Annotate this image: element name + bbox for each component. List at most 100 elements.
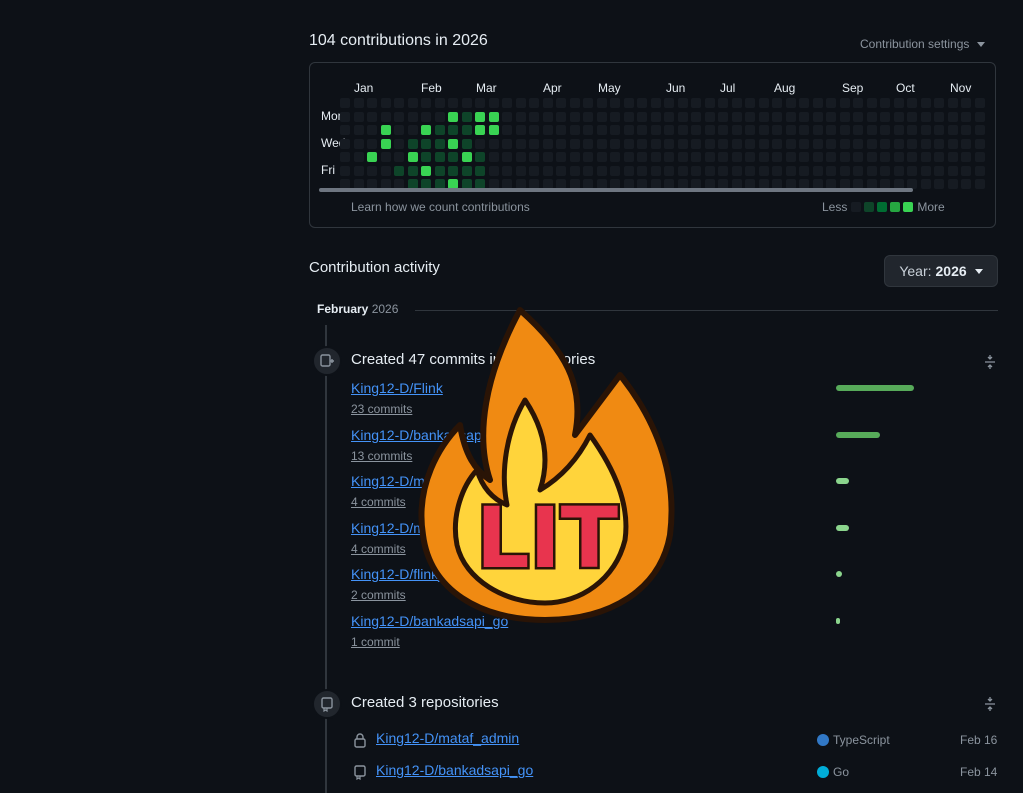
contribution-day[interactable] bbox=[448, 112, 458, 122]
contribution-day[interactable] bbox=[799, 112, 809, 122]
contribution-day[interactable] bbox=[637, 112, 647, 122]
contribution-day[interactable] bbox=[907, 139, 917, 149]
contribution-day[interactable] bbox=[826, 98, 836, 108]
learn-count-link[interactable]: Learn how we count contributions bbox=[351, 200, 530, 214]
contribution-day[interactable] bbox=[799, 125, 809, 135]
contribution-day[interactable] bbox=[772, 112, 782, 122]
contribution-day[interactable] bbox=[907, 166, 917, 176]
contribution-day[interactable] bbox=[880, 139, 890, 149]
contribution-day[interactable] bbox=[732, 139, 742, 149]
contribution-day[interactable] bbox=[502, 139, 512, 149]
contribution-day[interactable] bbox=[691, 112, 701, 122]
contribution-day[interactable] bbox=[961, 166, 971, 176]
contribution-day[interactable] bbox=[462, 152, 472, 162]
contribution-day[interactable] bbox=[853, 125, 863, 135]
contribution-day[interactable] bbox=[664, 166, 674, 176]
contribution-day[interactable] bbox=[394, 112, 404, 122]
commit-count-link[interactable]: 4 commits bbox=[351, 495, 406, 509]
contribution-day[interactable] bbox=[759, 152, 769, 162]
contribution-day[interactable] bbox=[921, 166, 931, 176]
contribution-day[interactable] bbox=[489, 152, 499, 162]
contribution-day[interactable] bbox=[934, 125, 944, 135]
contribution-day[interactable] bbox=[448, 98, 458, 108]
contribution-day[interactable] bbox=[462, 112, 472, 122]
contribution-day[interactable] bbox=[516, 125, 526, 135]
collapse-icon[interactable] bbox=[982, 696, 998, 712]
contribution-day[interactable] bbox=[961, 98, 971, 108]
contribution-day[interactable] bbox=[718, 98, 728, 108]
contribution-day[interactable] bbox=[583, 112, 593, 122]
contribution-day[interactable] bbox=[867, 112, 877, 122]
contribution-day[interactable] bbox=[543, 139, 553, 149]
created-repo-link[interactable]: King12-D/bankadsapi_go bbox=[376, 762, 533, 778]
contribution-day[interactable] bbox=[921, 112, 931, 122]
contribution-day[interactable] bbox=[840, 152, 850, 162]
contribution-day[interactable] bbox=[867, 166, 877, 176]
contribution-day[interactable] bbox=[880, 166, 890, 176]
contribution-day[interactable] bbox=[664, 125, 674, 135]
contribution-day[interactable] bbox=[718, 166, 728, 176]
contribution-day[interactable] bbox=[583, 152, 593, 162]
contribution-day[interactable] bbox=[880, 152, 890, 162]
contribution-day[interactable] bbox=[381, 139, 391, 149]
contribution-day[interactable] bbox=[394, 98, 404, 108]
contribution-day[interactable] bbox=[435, 139, 445, 149]
contribution-day[interactable] bbox=[894, 166, 904, 176]
contribution-day[interactable] bbox=[786, 98, 796, 108]
contribution-day[interactable] bbox=[745, 166, 755, 176]
contribution-day[interactable] bbox=[732, 166, 742, 176]
contribution-day[interactable] bbox=[421, 125, 431, 135]
contribution-day[interactable] bbox=[610, 98, 620, 108]
contribution-day[interactable] bbox=[651, 98, 661, 108]
contribution-day[interactable] bbox=[799, 139, 809, 149]
contribution-day[interactable] bbox=[502, 166, 512, 176]
contribution-day[interactable] bbox=[745, 125, 755, 135]
contribution-day[interactable] bbox=[502, 112, 512, 122]
contribution-day[interactable] bbox=[772, 166, 782, 176]
contribution-day[interactable] bbox=[718, 139, 728, 149]
contribution-day[interactable] bbox=[340, 98, 350, 108]
contribution-day[interactable] bbox=[975, 112, 985, 122]
contribution-day[interactable] bbox=[759, 125, 769, 135]
contribution-day[interactable] bbox=[516, 166, 526, 176]
contribution-day[interactable] bbox=[772, 125, 782, 135]
contribution-day[interactable] bbox=[678, 98, 688, 108]
contribution-day[interactable] bbox=[853, 152, 863, 162]
contribution-day[interactable] bbox=[543, 112, 553, 122]
contribution-day[interactable] bbox=[435, 112, 445, 122]
contribution-day[interactable] bbox=[745, 152, 755, 162]
contribution-day[interactable] bbox=[867, 98, 877, 108]
contribution-day[interactable] bbox=[637, 98, 647, 108]
commit-count-link[interactable]: 4 commits bbox=[351, 542, 406, 556]
contribution-day[interactable] bbox=[934, 98, 944, 108]
contribution-day[interactable] bbox=[516, 98, 526, 108]
contribution-day[interactable] bbox=[462, 166, 472, 176]
contribution-day[interactable] bbox=[529, 125, 539, 135]
contribution-day[interactable] bbox=[813, 139, 823, 149]
contribution-day[interactable] bbox=[691, 166, 701, 176]
contribution-day[interactable] bbox=[556, 112, 566, 122]
contribution-day[interactable] bbox=[826, 125, 836, 135]
contribution-settings-button[interactable]: Contribution settings bbox=[860, 37, 986, 51]
contribution-day[interactable] bbox=[853, 139, 863, 149]
contribution-day[interactable] bbox=[637, 125, 647, 135]
created-repo-link[interactable]: King12-D/mataf_admin bbox=[376, 730, 519, 746]
contribution-day[interactable] bbox=[664, 112, 674, 122]
contribution-day[interactable] bbox=[813, 98, 823, 108]
contribution-day[interactable] bbox=[367, 125, 377, 135]
contribution-day[interactable] bbox=[610, 152, 620, 162]
contribution-day[interactable] bbox=[462, 125, 472, 135]
contribution-day[interactable] bbox=[475, 166, 485, 176]
contribution-day[interactable] bbox=[664, 139, 674, 149]
contribution-day[interactable] bbox=[691, 139, 701, 149]
contribution-day[interactable] bbox=[786, 152, 796, 162]
contribution-day[interactable] bbox=[880, 112, 890, 122]
contribution-day[interactable] bbox=[340, 166, 350, 176]
contribution-day[interactable] bbox=[705, 98, 715, 108]
contribution-day[interactable] bbox=[475, 152, 485, 162]
contribution-day[interactable] bbox=[421, 166, 431, 176]
contribution-day[interactable] bbox=[853, 166, 863, 176]
contribution-day[interactable] bbox=[867, 152, 877, 162]
contribution-day[interactable] bbox=[583, 139, 593, 149]
contribution-day[interactable] bbox=[367, 166, 377, 176]
